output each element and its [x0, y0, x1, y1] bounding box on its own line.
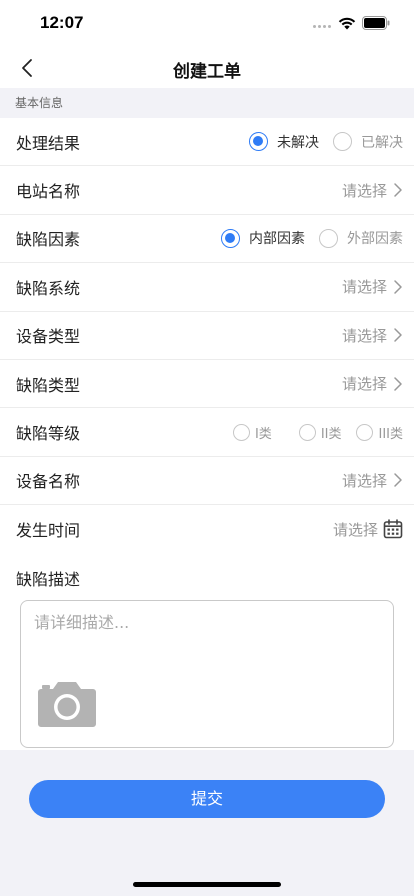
time-select[interactable]: 请选择	[333, 519, 403, 540]
device-type-select[interactable]: 请选择	[342, 325, 403, 346]
description-label: 缺陷描述	[16, 569, 81, 589]
description-textarea[interactable]: 请详细描述...	[20, 599, 394, 748]
level-option-3[interactable]: III类	[356, 423, 403, 442]
factor-option-internal[interactable]: 内部因素	[221, 228, 305, 248]
radio-checked-icon[interactable]	[221, 228, 240, 248]
station-select[interactable]: 请选择	[342, 180, 403, 201]
result-row: 处理结果 未解决 已解决	[0, 118, 414, 167]
radio-checked-icon[interactable]	[249, 132, 268, 152]
defect-type-value: 请选择	[341, 375, 387, 394]
radio-label: III类	[378, 426, 403, 442]
factor-option-external[interactable]: 外部因素	[319, 228, 403, 248]
chevron-right-icon	[394, 328, 402, 342]
radio-label: I类	[254, 426, 272, 442]
defect-type-row[interactable]: 缺陷类型 请选择	[0, 360, 414, 409]
radio-label: 内部因素	[249, 231, 305, 248]
time-value: 请选择	[332, 520, 378, 539]
factor-row: 缺陷因素 内部因素 外部因素	[0, 215, 414, 264]
submit-button[interactable]: 提交	[29, 780, 385, 818]
device-name-select[interactable]: 请选择	[342, 470, 403, 491]
defect-type-label: 缺陷类型	[16, 375, 81, 395]
level-option-1[interactable]: I类	[232, 423, 272, 442]
level-row: 缺陷等级 I类 II类 III类	[0, 408, 414, 457]
device-name-label: 设备名称	[16, 472, 81, 492]
chevron-right-icon	[394, 280, 402, 294]
radio-label: 未解决	[277, 134, 319, 151]
device-type-value: 请选择	[341, 326, 387, 345]
level-radio-group: I类 II类 III类	[209, 423, 403, 442]
radio-unchecked-icon[interactable]	[333, 132, 352, 152]
system-select[interactable]: 请选择	[342, 276, 403, 297]
result-option-unresolved[interactable]: 未解决	[249, 132, 319, 152]
radio-label: 已解决	[361, 134, 403, 151]
chevron-right-icon	[394, 183, 402, 197]
station-value: 请选择	[341, 181, 387, 200]
signal-icon	[313, 25, 331, 28]
device-name-value: 请选择	[341, 471, 387, 490]
result-option-resolved[interactable]: 已解决	[333, 132, 403, 152]
radio-label: 外部因素	[347, 231, 403, 248]
station-label: 电站名称	[16, 182, 81, 202]
wifi-icon	[338, 17, 356, 30]
defect-type-select[interactable]: 请选择	[342, 373, 403, 394]
level-label: 缺陷等级	[16, 424, 81, 444]
system-row[interactable]: 缺陷系统 请选择	[0, 263, 414, 312]
page-title: 创建工单	[173, 62, 241, 82]
time-row[interactable]: 发生时间 请选择	[0, 505, 414, 553]
result-label: 处理结果	[16, 133, 81, 153]
radio-unchecked-icon[interactable]	[232, 423, 250, 441]
radio-label: II类	[320, 426, 342, 442]
camera-icon[interactable]	[37, 679, 97, 727]
system-value: 请选择	[341, 278, 387, 297]
nav-bar: 创建工单	[0, 48, 414, 88]
description-placeholder: 请详细描述...	[34, 612, 130, 632]
factor-label: 缺陷因素	[16, 230, 81, 250]
status-time: 12:07	[40, 13, 84, 32]
radio-unchecked-icon[interactable]	[298, 423, 316, 441]
station-row[interactable]: 电站名称 请选择	[0, 166, 414, 215]
system-label: 缺陷系统	[16, 278, 81, 298]
device-name-row[interactable]: 设备名称 请选择	[0, 457, 414, 506]
result-radio-group: 未解决 已解决	[235, 132, 403, 152]
battery-icon	[362, 16, 390, 30]
device-type-row[interactable]: 设备类型 请选择	[0, 312, 414, 360]
time-label: 发生时间	[16, 521, 81, 541]
section-header: 基本信息	[0, 88, 414, 118]
chevron-right-icon	[394, 473, 402, 488]
radio-unchecked-icon[interactable]	[319, 228, 338, 248]
description-section: 缺陷描述 请详细描述...	[0, 553, 414, 750]
factor-radio-group: 内部因素 外部因素	[207, 228, 403, 248]
work-order-form: 处理结果 未解决 已解决 电站名称 请选择 缺陷因素 内部因素 外部因素 缺陷系…	[0, 118, 414, 750]
radio-unchecked-icon[interactable]	[356, 423, 374, 441]
level-option-2[interactable]: II类	[298, 423, 342, 442]
chevron-right-icon	[394, 376, 402, 391]
calendar-icon[interactable]	[383, 519, 403, 539]
status-bar: 12:07	[0, 0, 414, 48]
device-type-label: 设备类型	[16, 327, 81, 347]
home-indicator	[133, 882, 281, 887]
